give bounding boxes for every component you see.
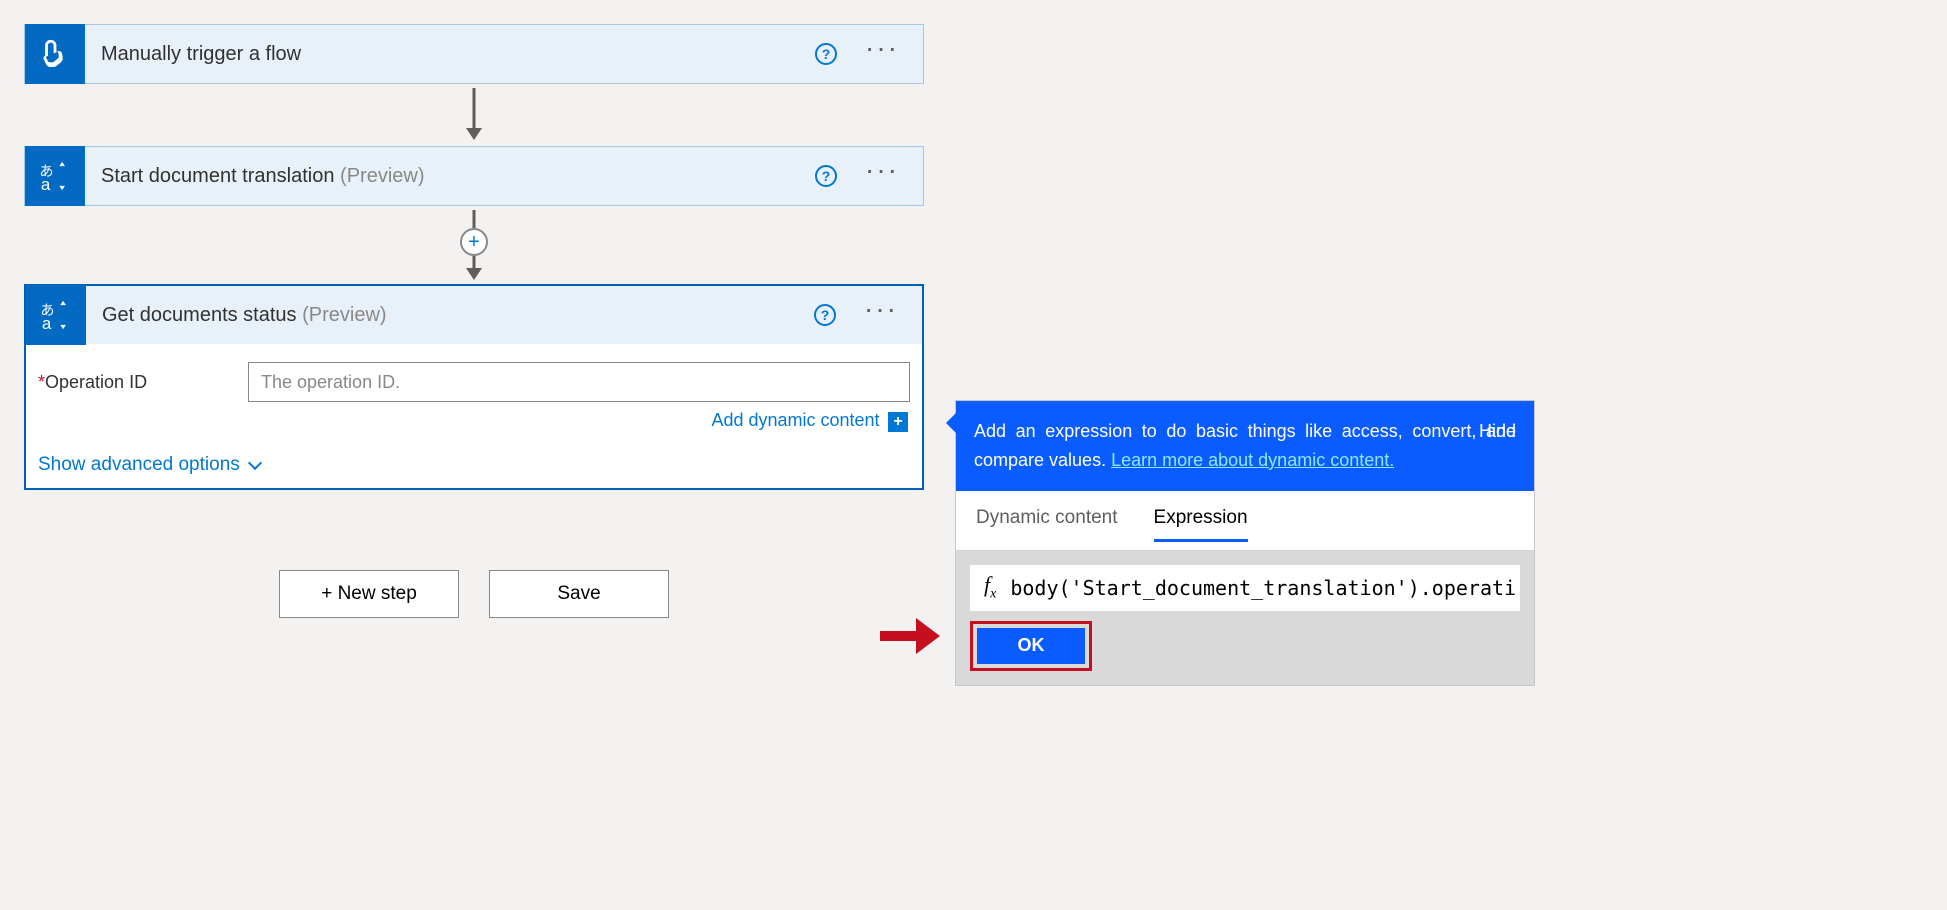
callout-pointer	[946, 413, 956, 433]
step-title: Start document translation (Preview)	[101, 165, 424, 188]
expression-row: fx	[970, 565, 1520, 611]
field-label: *Operation ID	[38, 372, 248, 393]
step-manually-trigger[interactable]: Manually trigger a flow ···	[24, 24, 924, 84]
hide-link[interactable]: Hide	[1479, 417, 1516, 446]
help-icon[interactable]	[814, 304, 836, 326]
svg-text:a: a	[42, 314, 52, 332]
expression-panel: Hide Add an expression to do basic thing…	[955, 400, 1535, 686]
chevron-down-icon	[248, 456, 262, 470]
connector-arrow	[24, 88, 924, 142]
learn-more-link[interactable]: Learn more about dynamic content.	[1111, 450, 1394, 470]
help-icon[interactable]	[815, 43, 837, 65]
ok-button[interactable]: OK	[977, 628, 1085, 664]
panel-tabs: Dynamic content Expression	[956, 491, 1534, 551]
insert-step-button[interactable]: +	[460, 228, 488, 256]
step-title: Manually trigger a flow	[101, 43, 301, 66]
translate-icon: あa	[26, 285, 86, 345]
tab-dynamic-content[interactable]: Dynamic content	[976, 507, 1118, 542]
expression-body: fx OK	[956, 551, 1534, 685]
step-start-translation[interactable]: あa Start document translation (Preview) …	[24, 146, 924, 206]
step-get-status[interactable]: あa Get documents status (Preview) ···	[24, 284, 924, 344]
annotation-arrow-icon	[880, 618, 940, 654]
save-button[interactable]: Save	[489, 570, 669, 618]
plus-icon[interactable]: +	[888, 412, 908, 432]
help-icon[interactable]	[815, 165, 837, 187]
translate-icon: あa	[25, 146, 85, 206]
field-row-operation-id: *Operation ID	[38, 362, 910, 402]
touch-icon	[25, 24, 85, 84]
connector-arrow-plus: +	[24, 210, 924, 280]
operation-id-input[interactable]	[248, 362, 910, 402]
new-step-button[interactable]: + New step	[279, 570, 459, 618]
expression-input[interactable]	[1010, 565, 1520, 611]
panel-header: Hide Add an expression to do basic thing…	[956, 401, 1534, 491]
step-body: *Operation ID Add dynamic content + Show…	[24, 344, 924, 490]
fx-icon: fx	[970, 572, 1010, 602]
show-advanced-link[interactable]: Show advanced options	[38, 454, 260, 476]
step-title: Get documents status (Preview)	[102, 304, 387, 327]
add-dynamic-content-link[interactable]: Add dynamic content	[711, 410, 879, 430]
tab-expression[interactable]: Expression	[1154, 507, 1248, 542]
ok-highlight: OK	[970, 621, 1092, 671]
svg-text:a: a	[41, 175, 51, 193]
